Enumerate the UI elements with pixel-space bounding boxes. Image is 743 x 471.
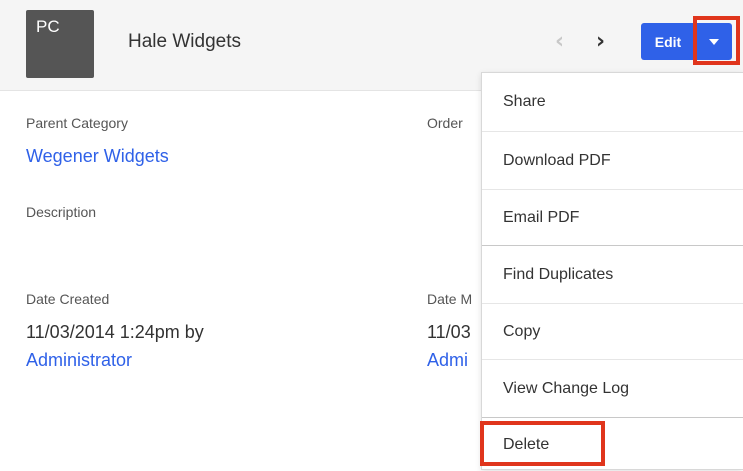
chevron-left-icon[interactable]: ‹ — [555, 31, 564, 53]
date-created-user-link[interactable]: Administrator — [26, 350, 132, 371]
dropdown-highlight-box — [693, 16, 740, 65]
parent-category-label: Parent Category — [26, 115, 128, 131]
actions-dropdown-menu: Share Download PDF Email PDF Find Duplic… — [481, 72, 743, 470]
order-label: Order — [427, 115, 463, 131]
date-created-value: 11/03/2014 1:24pm by — [26, 322, 204, 342]
date-modified-label: Date M — [427, 291, 473, 307]
date-modified-user-link[interactable]: Admi — [427, 350, 468, 371]
avatar: PC — [26, 10, 94, 78]
menu-item-download-pdf[interactable]: Download PDF — [482, 132, 743, 189]
date-created-label: Date Created — [26, 291, 110, 307]
chevron-right-icon[interactable]: › — [596, 31, 605, 53]
edit-button[interactable]: Edit — [641, 23, 695, 60]
menu-item-copy[interactable]: Copy — [482, 304, 743, 359]
menu-item-share[interactable]: Share — [482, 73, 743, 131]
description-label: Description — [26, 204, 97, 220]
menu-item-find-duplicates[interactable]: Find Duplicates — [482, 246, 743, 303]
parent-category-link[interactable]: Wegener Widgets — [26, 146, 169, 167]
menu-item-view-change-log[interactable]: View Change Log — [482, 360, 743, 417]
delete-highlight-box — [480, 421, 605, 466]
menu-item-email-pdf[interactable]: Email PDF — [482, 190, 743, 245]
date-modified-value: 11/03 — [427, 322, 471, 342]
record-title: Hale Widgets — [128, 31, 241, 52]
